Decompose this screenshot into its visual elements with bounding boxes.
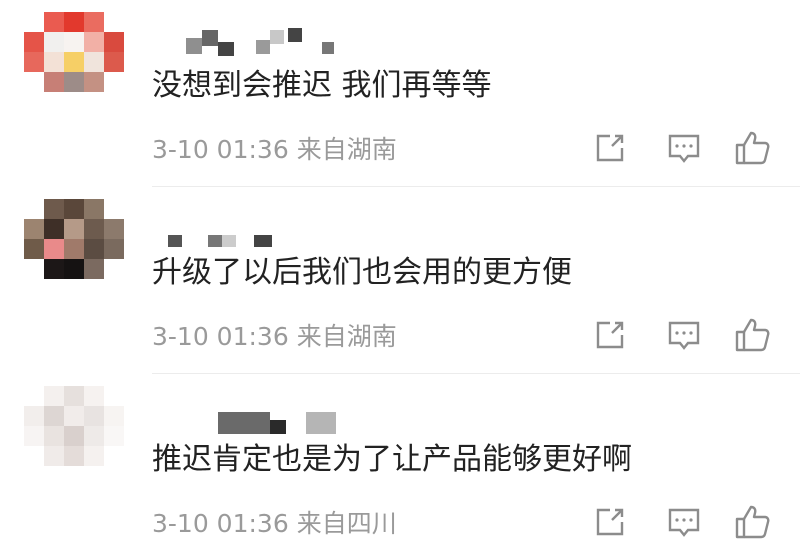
share-icon[interactable] — [590, 128, 630, 168]
thumbs-up-icon[interactable] — [732, 502, 772, 542]
comment-icon[interactable] — [664, 128, 704, 168]
comment-location: 来自湖南 — [296, 135, 397, 164]
share-icon[interactable] — [590, 315, 630, 355]
comment-actions — [590, 128, 780, 168]
avatar[interactable] — [24, 386, 124, 466]
comment-time: 3-10 01:36 — [152, 322, 289, 351]
comment-text: 升级了以后我们也会用的更方便 — [152, 255, 572, 290]
comment-item: 升级了以后我们也会用的更方便 3-10 01:36 来自湖南 — [0, 187, 800, 374]
comment-meta: 3-10 01:36 来自湖南 — [152, 319, 397, 355]
avatar[interactable] — [24, 12, 124, 92]
comment-actions — [590, 502, 780, 542]
comment-time: 3-10 01:36 — [152, 135, 289, 164]
comment-item: 没想到会推迟 我们再等等 3-10 01:36 来自湖南 — [0, 0, 800, 187]
username-pixelated[interactable] — [168, 207, 368, 247]
comment-icon[interactable] — [664, 315, 704, 355]
comment-item: 推迟肯定也是为了让产品能够更好啊 3-10 01:36 来自四川 — [0, 374, 800, 560]
comment-time: 3-10 01:36 — [152, 509, 289, 538]
comment-text: 推迟肯定也是为了让产品能够更好啊 — [152, 442, 632, 477]
comment-location: 来自四川 — [296, 509, 397, 538]
comment-icon[interactable] — [664, 502, 704, 542]
username-pixelated[interactable] — [168, 394, 368, 434]
thumbs-up-icon[interactable] — [732, 315, 772, 355]
username-pixelated[interactable] — [168, 20, 368, 60]
thumbs-up-icon[interactable] — [732, 128, 772, 168]
comment-list: 没想到会推迟 我们再等等 3-10 01:36 来自湖南 升级了以后我们也会用的… — [0, 0, 800, 560]
share-icon[interactable] — [590, 502, 630, 542]
comment-meta: 3-10 01:36 来自四川 — [152, 506, 397, 542]
comment-text: 没想到会推迟 我们再等等 — [152, 68, 492, 103]
comment-actions — [590, 315, 780, 355]
avatar[interactable] — [24, 199, 124, 279]
comment-location: 来自湖南 — [296, 322, 397, 351]
comment-meta: 3-10 01:36 来自湖南 — [152, 132, 397, 168]
